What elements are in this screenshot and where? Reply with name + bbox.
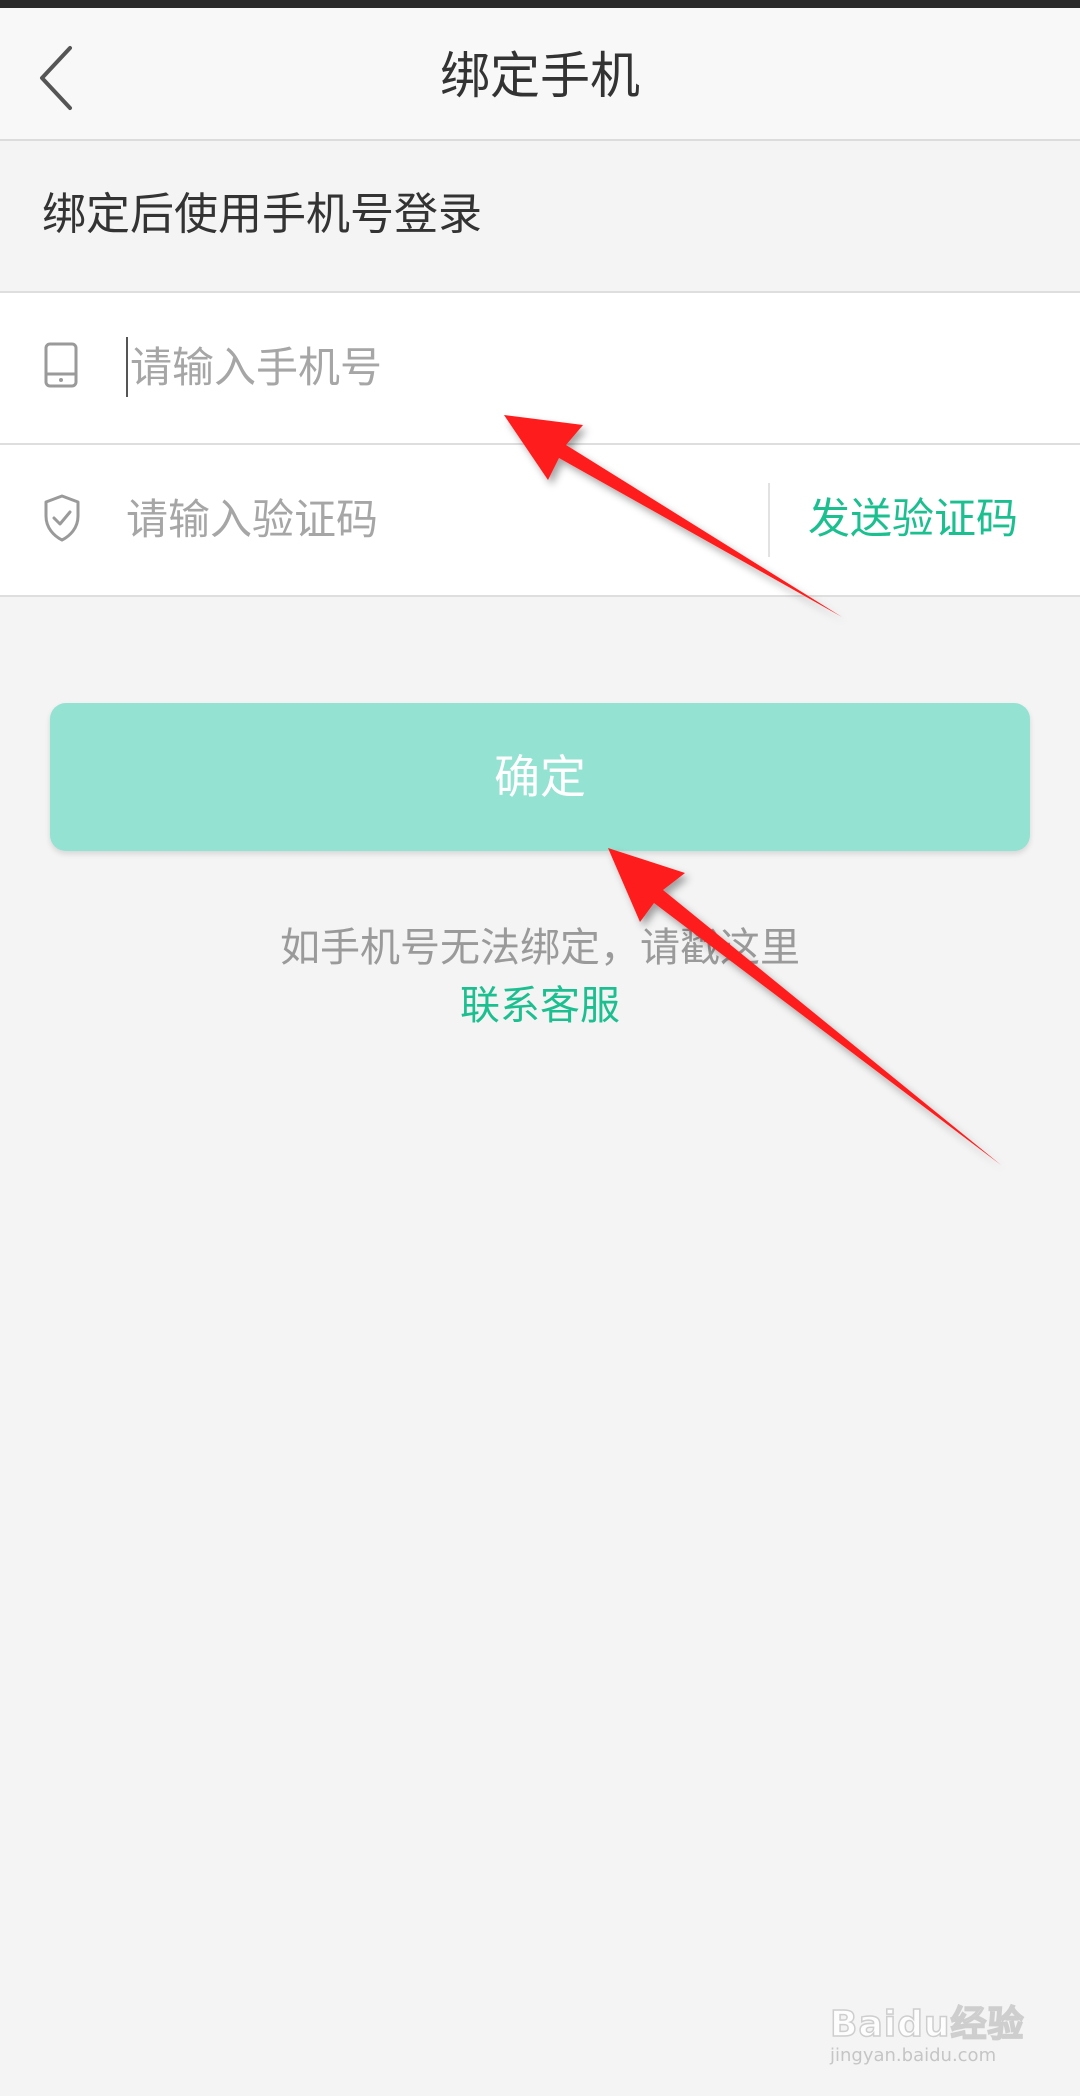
phone-icon xyxy=(42,338,82,394)
divider xyxy=(768,483,770,557)
code-row: 发送验证码 xyxy=(0,443,1080,597)
help-text: 如手机号无法绑定，请戳这里 xyxy=(280,925,800,971)
send-code-button[interactable]: 发送验证码 xyxy=(808,489,1018,549)
baidu-watermark: Baidu经验 jingyan.baidu.com xyxy=(820,1985,1070,2085)
status-bar xyxy=(0,0,1080,8)
nav-bar: 绑定手机 xyxy=(0,8,1080,141)
phone-input[interactable] xyxy=(126,337,730,397)
page-title: 绑定手机 xyxy=(440,47,640,105)
phone-row xyxy=(0,291,1080,443)
confirm-button[interactable]: 确定 xyxy=(50,703,1030,851)
subtitle-section: 绑定后使用手机号登录 xyxy=(0,141,1080,291)
subtitle-text: 绑定后使用手机号登录 xyxy=(42,189,482,240)
contact-service-link[interactable]: 联系客服 xyxy=(0,978,1080,1034)
watermark-logo: Baidu经验 xyxy=(829,2003,1025,2046)
code-input[interactable] xyxy=(126,489,726,549)
watermark-url: jingyan.baidu.com xyxy=(830,2045,997,2066)
shield-check-icon xyxy=(42,490,82,546)
